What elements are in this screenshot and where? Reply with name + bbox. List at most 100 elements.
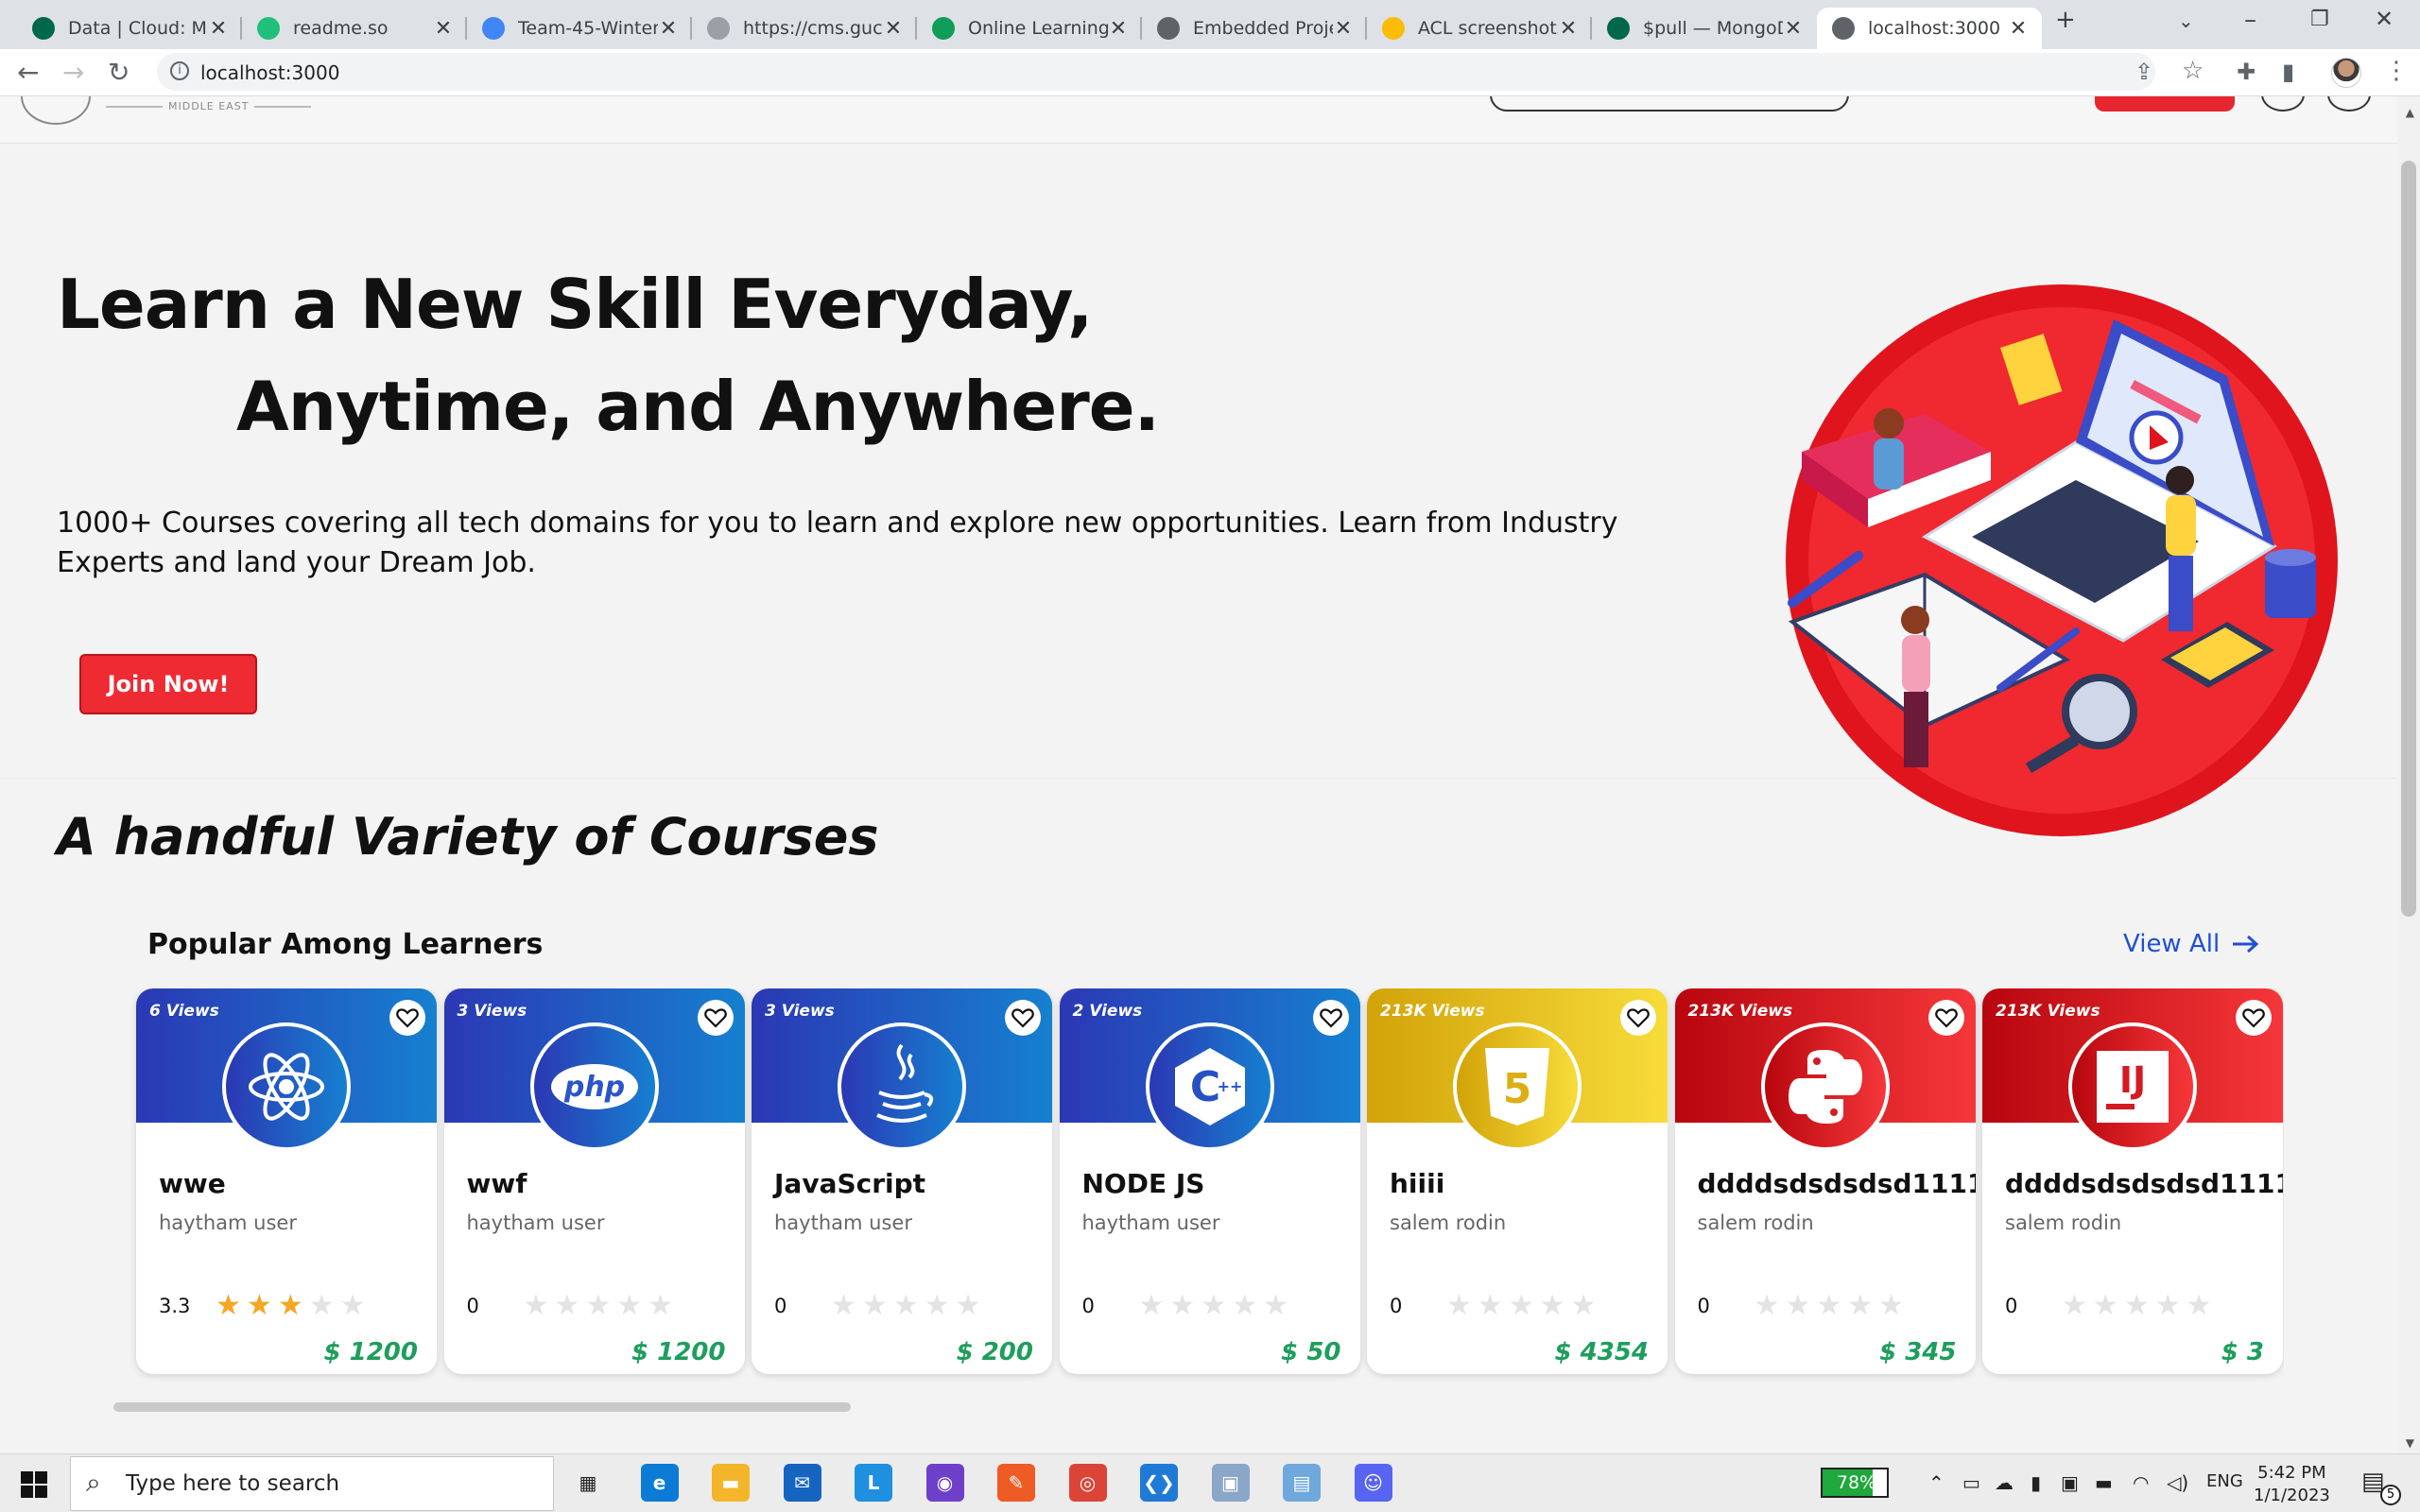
course-name[interactable]: ddddsdsdsdsd1111 (1698, 1168, 1976, 1199)
bookmark-star-icon[interactable]: ☆ (2182, 57, 2204, 85)
favorite-heart-icon[interactable] (697, 1000, 734, 1036)
notepad-icon[interactable]: ▤ (1283, 1464, 1321, 1502)
discord-icon[interactable]: ☺ (1354, 1464, 1392, 1502)
browser-tab-title[interactable]: Data | Cloud: Mon (68, 18, 208, 39)
favorite-heart-icon[interactable] (1005, 1000, 1041, 1036)
page-scroll-thumb[interactable] (2401, 161, 2416, 917)
restore-window-button[interactable]: ❐ (2310, 8, 2329, 31)
favorite-heart-icon[interactable] (389, 1000, 425, 1036)
browser-tab-title[interactable]: ACL screenshots - (1418, 18, 1558, 39)
taskbar-search-placeholder[interactable]: Type here to search (126, 1471, 339, 1496)
side-panel-icon[interactable]: ▮ (2282, 59, 2294, 85)
address-bar[interactable]: i localhost:3000 (157, 53, 2155, 91)
close-tab-icon[interactable]: ✕ (2008, 17, 2029, 41)
battery-indicator[interactable]: 78% (1821, 1468, 1889, 1498)
browser-tab[interactable]: Embedded Projec✕ (1142, 8, 1367, 49)
header-signup-button[interactable] (2095, 96, 2235, 112)
course-card[interactable]: 3 Views JavaScript haytham user 0 ★★★★★ $ 200 (752, 988, 1052, 1374)
back-arrow-icon[interactable]: ← (17, 57, 39, 88)
volume-speaker-icon[interactable]: ◁) (2167, 1471, 2188, 1494)
github-desktop-icon[interactable]: ◉ (925, 1464, 964, 1502)
input-language[interactable]: ENG (2206, 1471, 2243, 1491)
browser-menu-icon[interactable]: ⋮ (2384, 57, 2409, 85)
close-tab-icon[interactable]: ✕ (433, 17, 454, 41)
header-search-input[interactable] (1490, 96, 1849, 112)
extensions-puzzle-icon[interactable]: ✚ (2237, 59, 2256, 85)
l-app-icon[interactable]: L (855, 1464, 892, 1502)
page-scrollbar[interactable]: ▲ ▼ (2397, 96, 2420, 1453)
course-card[interactable]: 213K Views 5 hiiii salem rodin 0 ★★★★★ $ 4354 (1367, 988, 1668, 1374)
course-card[interactable]: 213K Views ddddsdsdsdsd1111 salem rodin 0 ★★… (1674, 988, 1976, 1374)
browser-tab-title[interactable]: localhost:3000 (1868, 18, 2008, 39)
share-icon[interactable]: ⇪ (2135, 59, 2153, 85)
close-tab-icon[interactable]: ✕ (658, 17, 679, 41)
browser-tab[interactable]: readme.so ✕ (242, 8, 467, 49)
close-window-button[interactable]: ✕ (2375, 6, 2394, 32)
course-card[interactable]: 2 Views C ++ NODE JS haytham user 0 ★★★★★ $ 50 (1059, 988, 1360, 1374)
file-explorer-icon[interactable]: ▬ (712, 1464, 750, 1502)
course-carousel[interactable]: 6 Views wwe haytham user 3.3 ★★★★★ $ 1200 3 Vi… (123, 988, 2284, 1453)
browser-tab-title[interactable]: readme.so (293, 18, 433, 39)
address-url[interactable]: localhost:3000 (200, 61, 339, 84)
close-tab-icon[interactable]: ✕ (208, 17, 229, 41)
browser-tab[interactable]: $pull — MongoD ✕ (1592, 8, 1817, 49)
browser-tab[interactable]: Online Learning S✕ (917, 8, 1142, 49)
browser-tab-title[interactable]: $pull — MongoD (1643, 18, 1783, 39)
arrow-right-icon[interactable] (2231, 935, 2259, 954)
close-tab-icon[interactable]: ✕ (1333, 17, 1354, 41)
profile-avatar[interactable] (2331, 58, 2361, 88)
onedrive-cloud-icon[interactable]: ☁ (1995, 1471, 2014, 1494)
edge-icon[interactable]: e (640, 1464, 679, 1502)
course-name[interactable]: wwe (159, 1168, 226, 1199)
browser-tab-title[interactable]: Team-45-Winter-I (518, 18, 658, 39)
view-all-link[interactable]: View All (2123, 930, 2259, 958)
mail-icon[interactable]: ✉ (783, 1464, 821, 1502)
course-name[interactable]: hiiii (1390, 1168, 1444, 1199)
close-tab-icon[interactable]: ✕ (1783, 17, 1804, 41)
new-tab-button[interactable]: + (2055, 6, 2076, 34)
photos-icon[interactable]: ▣ (1211, 1464, 1250, 1502)
scroll-up-arrow-icon[interactable]: ▲ (2406, 106, 2414, 119)
header-cart-icon[interactable] (2261, 96, 2305, 112)
task-view-icon[interactable]: ▦ (569, 1464, 607, 1502)
favorite-heart-icon[interactable] (1927, 1000, 1964, 1036)
course-name[interactable]: wwf (467, 1168, 527, 1199)
browser-tab-title[interactable]: https://cms.guc.ec (743, 18, 883, 39)
close-tab-icon[interactable]: ✕ (1108, 17, 1129, 41)
windows-start-icon[interactable] (21, 1471, 47, 1498)
microphone-icon[interactable]: ▮ (2031, 1471, 2041, 1494)
close-tab-icon[interactable]: ✕ (883, 17, 904, 41)
forward-arrow-icon[interactable]: → (62, 57, 84, 88)
course-name[interactable]: ddddsdsdsdsd111122 (2005, 1168, 2283, 1199)
scroll-down-arrow-icon[interactable]: ▼ (2406, 1436, 2414, 1450)
close-tab-icon[interactable]: ✕ (1558, 17, 1579, 41)
course-card[interactable]: 213K Views IJ ddddsdsdsdsd111122 salem rodi… (1982, 988, 2283, 1374)
site-logo-icon[interactable] (21, 96, 91, 125)
course-card[interactable]: 6 Views wwe haytham user 3.3 ★★★★★ $ 1200 (136, 988, 437, 1374)
meet-now-icon[interactable]: ▭ (1962, 1471, 1980, 1494)
taskbar-search-input[interactable]: ⌕ Type here to search (70, 1456, 554, 1511)
course-card[interactable]: 3 Views php wwf haytham user 0 ★★★★★ $ 1200 (443, 988, 745, 1374)
course-name[interactable]: JavaScript (774, 1168, 925, 1199)
browser-tab[interactable]: https://cms.guc.ec✕ (692, 8, 917, 49)
vscode-icon[interactable]: ❮❯ (1140, 1464, 1178, 1502)
course-name[interactable]: NODE JS (1082, 1168, 1205, 1199)
browser-tab[interactable]: Team-45-Winter-I ✕ (467, 8, 692, 49)
reload-icon[interactable]: ↻ (108, 57, 130, 88)
join-now-button[interactable]: Join Now! (79, 654, 257, 714)
browser-tab[interactable]: ACL screenshots -✕ (1367, 8, 1592, 49)
clock-date[interactable]: 1/1/2023 (2254, 1485, 2330, 1507)
show-hidden-icons-chevron-icon[interactable]: ⌃ (1928, 1471, 1945, 1494)
carousel-scrollbar[interactable] (113, 1402, 851, 1412)
favorite-heart-icon[interactable] (2236, 1000, 2272, 1036)
postman-icon[interactable]: ✎ (997, 1464, 1035, 1502)
minimize-window-button[interactable]: – (2244, 6, 2256, 34)
site-info-icon[interactable]: i (170, 61, 189, 80)
view-all-label[interactable]: View All (2123, 930, 2220, 958)
tab-search-icon[interactable]: ⌄ (2178, 9, 2194, 32)
browser-tab-title[interactable]: Online Learning S (968, 18, 1108, 39)
wifi-icon[interactable]: ◠ (2133, 1471, 2149, 1494)
browser-tab-title[interactable]: Embedded Projec (1193, 18, 1333, 39)
clock-time[interactable]: 5:42 PM (2254, 1462, 2330, 1485)
screen-capture-icon[interactable]: ▣ (2061, 1471, 2079, 1494)
